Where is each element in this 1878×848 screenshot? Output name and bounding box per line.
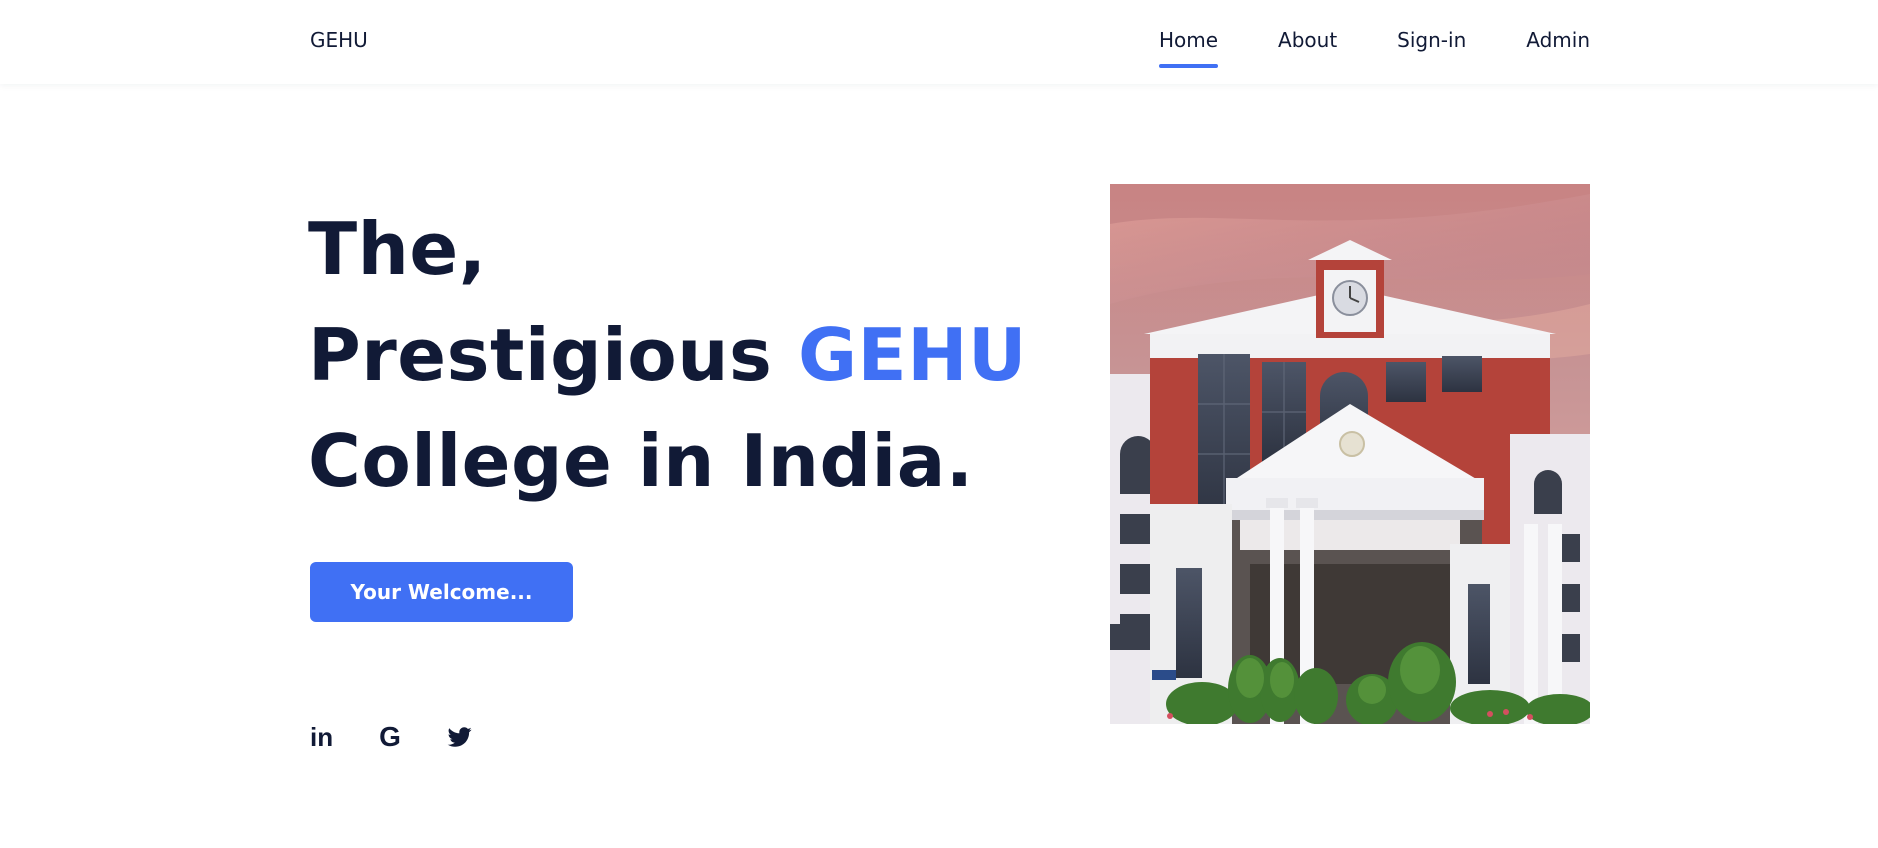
google-icon[interactable]: G: [379, 723, 401, 751]
college-building-illustration: [1110, 184, 1590, 724]
college-building-photo: [1110, 184, 1590, 724]
site-logo[interactable]: GEHU: [310, 27, 368, 53]
hero-accent-text: GEHU: [797, 313, 1027, 397]
social-links: in G: [310, 723, 473, 751]
hero-line-2-prefix: Prestigious: [308, 313, 798, 397]
nav-about[interactable]: About: [1278, 26, 1337, 54]
hero-line-2: Prestigious GEHU: [308, 302, 1027, 408]
welcome-button[interactable]: Your Welcome...: [310, 562, 573, 622]
main-nav: Home About Sign-in Admin: [1158, 26, 1590, 68]
top-navbar: GEHU Home About Sign-in Admin: [0, 0, 1878, 84]
hero-line-1: The,: [308, 207, 487, 291]
nav-home[interactable]: Home: [1158, 26, 1219, 68]
nav-admin[interactable]: Admin: [1526, 26, 1590, 54]
hero-line-3: College in India.: [308, 419, 974, 503]
twitter-icon[interactable]: [447, 724, 473, 750]
nav-sign-in[interactable]: Sign-in: [1397, 26, 1466, 54]
linkedin-icon[interactable]: in: [310, 724, 333, 750]
hero-heading: The, Prestigious GEHU College in India.: [308, 196, 1027, 514]
